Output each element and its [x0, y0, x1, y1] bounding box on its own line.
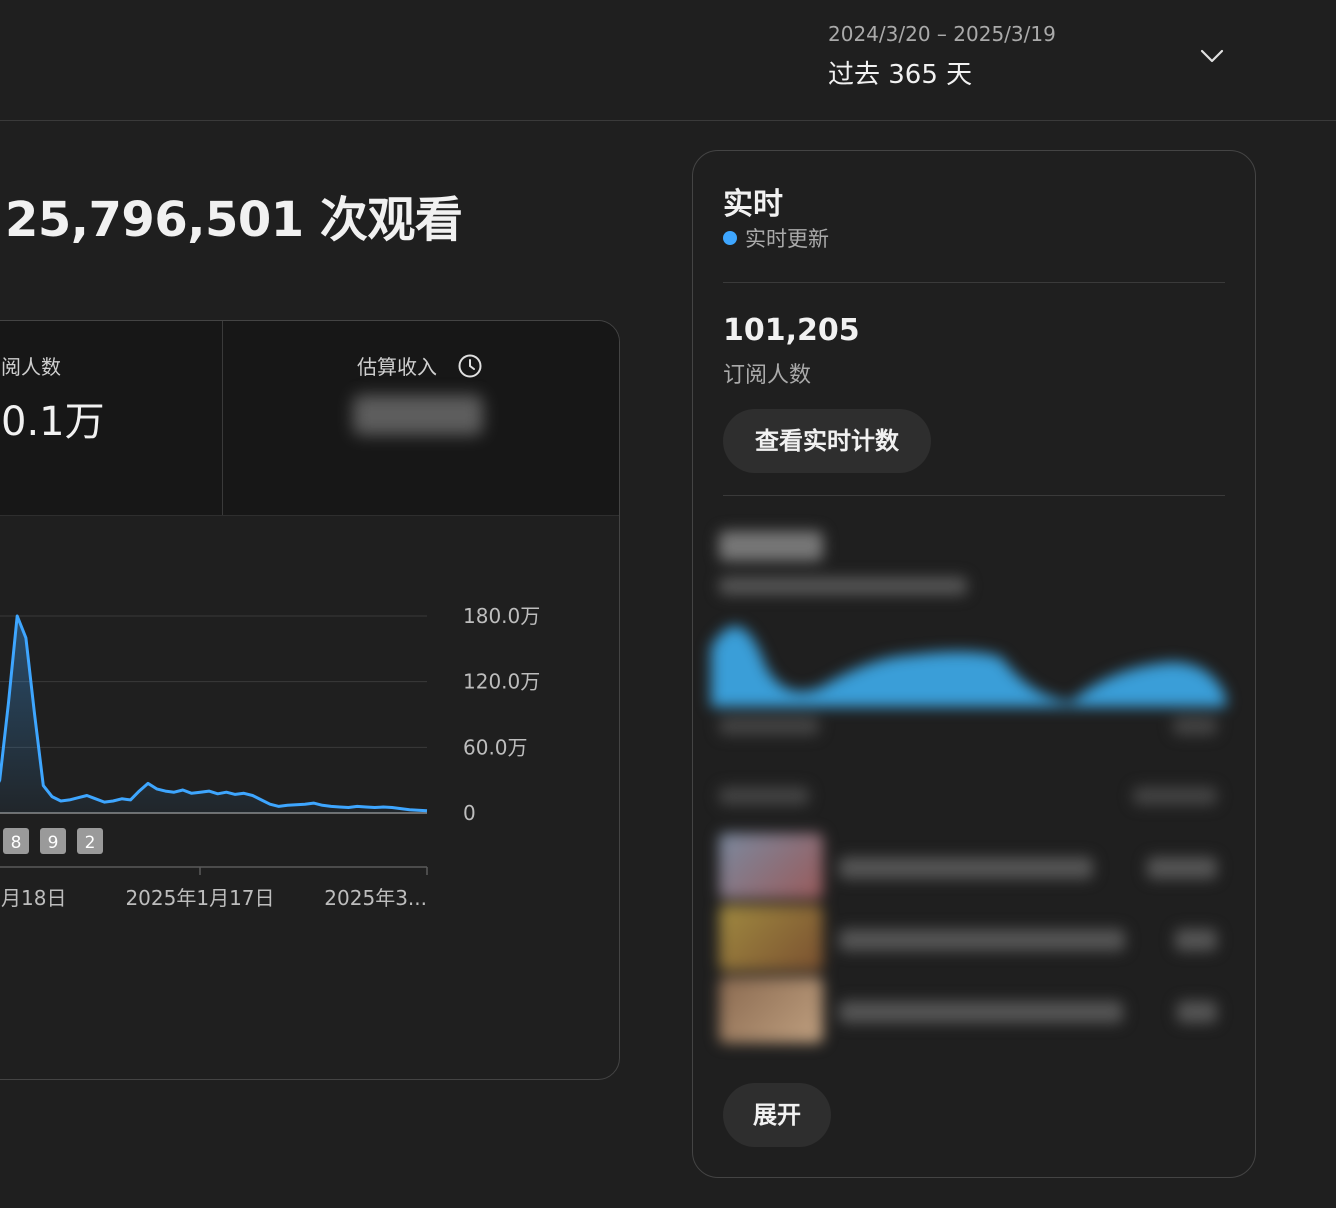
- blurred-text: [719, 531, 823, 561]
- blurred-realtime-content: [711, 507, 1237, 1061]
- live-dot-icon: [723, 231, 737, 245]
- realtime-card: 实时 实时更新 101,205 订阅人数 查看实时计数 展开: [692, 150, 1256, 1178]
- period-label: 过去 365 天: [828, 60, 973, 90]
- expand-button[interactable]: 展开: [723, 1083, 831, 1147]
- annotation-marker-label: 9: [48, 833, 59, 853]
- blurred-text: [839, 929, 1125, 951]
- date-range-picker[interactable]: 2024/3/20 – 2025/3/19 过去 365 天: [828, 20, 1248, 100]
- annotation-marker-label: 2: [85, 833, 96, 853]
- video-thumbnail: [719, 977, 823, 1043]
- y-tick-label: 180.0万: [463, 604, 540, 628]
- divider: [723, 282, 1225, 283]
- y-tick-label: 120.0万: [463, 670, 540, 694]
- blurred-text: [1177, 1001, 1217, 1023]
- realtime-status: 实时更新: [745, 227, 829, 251]
- realtime-title: 实时: [723, 187, 783, 222]
- series-area: [0, 616, 427, 813]
- views-line-chart: 180.0万 120.0万 60.0万 0 8 9 2 月18日 2025年1月17日 2025年…: [0, 604, 540, 910]
- series-line: [0, 614, 428, 813]
- x-tick-label: 2025年3...: [324, 886, 427, 910]
- annotation-marker-label: 8: [11, 833, 22, 853]
- blurred-text: [719, 577, 967, 595]
- x-tick-label: 2025年1月17日: [125, 886, 274, 910]
- top-bar: 2024/3/20 – 2025/3/19 过去 365 天: [0, 0, 1336, 121]
- total-views-title: 25,796,501 次观看: [5, 192, 463, 248]
- blurred-text: [1147, 857, 1217, 879]
- video-thumbnail: [719, 905, 823, 971]
- video-thumbnail: [719, 833, 823, 899]
- x-tick-label: 月18日: [1, 886, 66, 910]
- overview-card: 阅人数 0.1万 估算收入 180.0万 120.0万 60.0万 0 8 9 2 月18日 2…: [0, 320, 620, 1080]
- blurred-text: [1173, 717, 1217, 735]
- blurred-text: [719, 717, 819, 735]
- blurred-text: [719, 787, 809, 805]
- date-range-text: 2024/3/20 – 2025/3/19: [828, 22, 1056, 46]
- blurred-text: [1175, 929, 1217, 951]
- blurred-text: [1133, 787, 1217, 805]
- blurred-text: [839, 1001, 1123, 1023]
- view-realtime-count-button[interactable]: 查看实时计数: [723, 409, 931, 473]
- realtime-subscriber-label: 订阅人数: [723, 363, 812, 388]
- y-tick-label: 0: [463, 801, 476, 825]
- realtime-subscriber-count: 101,205: [723, 313, 860, 348]
- blurred-text: [839, 857, 1093, 879]
- divider: [723, 495, 1225, 496]
- chevron-down-icon[interactable]: [1198, 42, 1226, 70]
- blurred-sparkline: [711, 626, 1226, 707]
- y-tick-label: 60.0万: [463, 735, 528, 759]
